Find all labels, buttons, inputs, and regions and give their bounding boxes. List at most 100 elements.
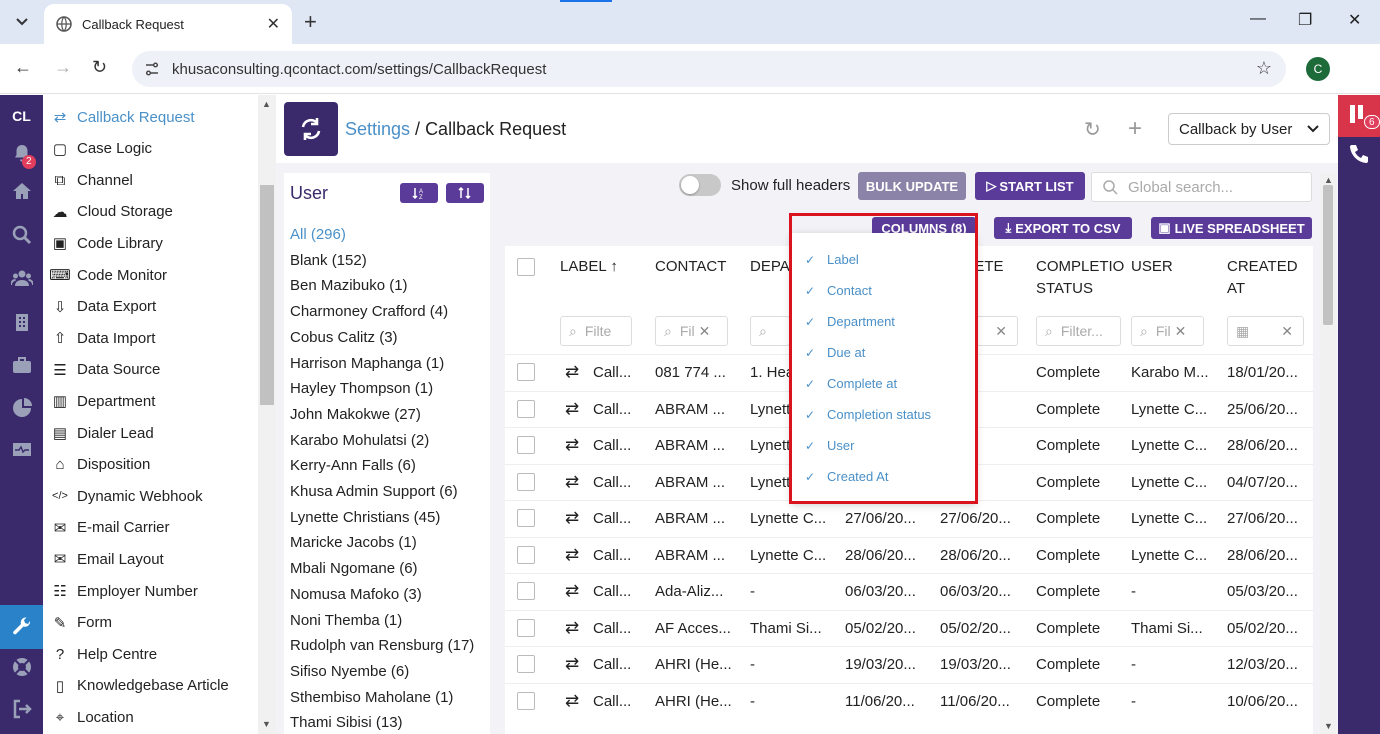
settings-menu-item[interactable]: </> Dynamic Webhook (51, 484, 203, 508)
user-filter-item[interactable]: John Makokwe (27) (290, 406, 421, 423)
pie-chart-icon[interactable] (0, 392, 43, 424)
back-icon[interactable]: ← (14, 57, 32, 78)
row-checkbox[interactable] (517, 436, 535, 454)
user-filter-item[interactable]: Hayley Thompson (1) (290, 380, 433, 397)
view-select[interactable]: Callback by User (1168, 113, 1330, 145)
settings-menu-item[interactable]: ☰ Data Source (51, 358, 160, 382)
profile-avatar[interactable]: C (1306, 57, 1330, 81)
url-field[interactable]: khusaconsulting.qcontact.com/settings/Ca… (132, 51, 1286, 87)
home-icon[interactable] (0, 175, 43, 207)
tab-close-icon[interactable]: ✕ (267, 14, 280, 34)
settings-menu-item[interactable]: ⇩ Data Export (51, 295, 157, 319)
scroll-up-icon[interactable]: ▲ (262, 99, 271, 109)
filter-contact-input[interactable]: ⌕ Fil ✕ (655, 316, 728, 346)
settings-menu-item[interactable]: ? Help Centre (51, 642, 157, 666)
filter-created-at-input[interactable]: ▦ ✕ (1227, 316, 1304, 346)
settings-menu-item[interactable]: ✎ Form (51, 611, 112, 635)
user-filter-item[interactable]: Karabo Mohulatsi (2) (290, 432, 429, 449)
settings-menu-item[interactable]: ▥ Department (51, 389, 155, 413)
user-filter-item[interactable]: Cobus Calitz (3) (290, 329, 398, 346)
settings-menu-item[interactable]: ✉ E-mail Carrier (51, 516, 170, 540)
sort-alpha-button[interactable]: AZ (400, 183, 438, 203)
user-filter-item[interactable]: Lynette Christians (45) (290, 509, 440, 526)
logout-icon[interactable] (0, 693, 43, 725)
user-filter-item[interactable]: Harrison Maphanga (1) (290, 355, 444, 372)
row-checkbox[interactable] (517, 582, 535, 600)
settings-menu-item[interactable]: ⇧ Data Import (51, 326, 156, 350)
row-checkbox[interactable] (517, 363, 535, 381)
row-checkbox[interactable] (517, 472, 535, 491)
table-row[interactable]: ⇄ Call... Ada-Aliz... - 06/03/20... 06/03/20.… (505, 573, 1313, 609)
grid-scrollbar[interactable]: ▲ ▼ (1320, 173, 1336, 734)
row-checkbox[interactable] (517, 399, 535, 418)
user-filter-item[interactable]: Rudolph van Rensburg (17) (290, 637, 474, 654)
user-filter-item[interactable]: Sthembiso Maholane (1) (290, 689, 453, 706)
user-filter-item[interactable]: Khusa Admin Support (6) (290, 483, 458, 500)
user-filter-item[interactable]: Mbali Ngomane (6) (290, 560, 418, 577)
filter-user-input[interactable]: ⌕ Fil ✕ (1131, 316, 1204, 346)
lifebuoy-icon[interactable] (0, 651, 43, 683)
col-header-user[interactable]: USER (1131, 256, 1173, 278)
settings-menu-item[interactable]: ▤ Dialer Lead (51, 421, 154, 445)
table-row[interactable]: ⇄ Call... AHRI (He... - 19/03/20... 19/03/20.… (505, 646, 1313, 682)
table-row[interactable]: ⇄ Call... ABRAM ... Lynette C... 28/06/20...… (505, 536, 1313, 573)
filter-label-input[interactable]: ⌕ Filte (560, 316, 632, 346)
restore-button[interactable]: ❐ (1298, 10, 1312, 30)
col-header-completion-status[interactable]: COMPLETIO STATUS (1036, 256, 1124, 300)
scroll-up-icon[interactable]: ▲ (1324, 175, 1333, 185)
new-tab-button[interactable]: + (304, 9, 317, 35)
settings-menu-scrollbar[interactable]: ▲ ▼ (258, 95, 276, 734)
settings-menu-item[interactable]: ☁ Cloud Storage (51, 200, 173, 224)
monitor-icon[interactable] (0, 435, 43, 467)
breadcrumb-settings-link[interactable]: Settings (345, 119, 410, 139)
user-filter-item[interactable]: All (296) (290, 226, 346, 243)
col-header-created-at[interactable]: CREATED AT (1227, 256, 1298, 300)
row-checkbox[interactable] (517, 545, 535, 564)
scroll-down-icon[interactable]: ▼ (262, 719, 271, 729)
select-all-checkbox[interactable] (517, 258, 535, 276)
settings-menu-item[interactable]: ⌨ Code Monitor (49, 263, 167, 287)
tab-search-button[interactable] (8, 8, 36, 36)
building-icon[interactable] (0, 306, 43, 338)
table-row[interactable]: ⇄ Call... ABRAM ... Lynette C... 27/06/20...… (505, 500, 1313, 536)
user-filter-item[interactable]: Kerry-Ann Falls (6) (290, 457, 416, 474)
bookmark-star-icon[interactable]: ☆ (1256, 58, 1272, 79)
live-spreadsheet-button[interactable]: ▣ LIVE SPREADSHEET (1151, 217, 1312, 239)
table-row[interactable]: ⇄ Call... AHRI (He... -11/06/20... 11/06/20.… (505, 682, 1313, 719)
users-icon[interactable] (0, 262, 43, 294)
reload-icon[interactable]: ↻ (92, 57, 107, 78)
global-search-input[interactable]: Global search... (1091, 172, 1312, 202)
user-filter-item[interactable]: Thami Sibisi (13) (290, 714, 403, 731)
settings-menu-item[interactable]: ⧉ Channel (51, 168, 133, 192)
clear-filter-icon[interactable]: ✕ (1175, 323, 1187, 340)
briefcase-icon[interactable] (0, 349, 43, 381)
settings-menu-item[interactable]: ☷ Employer Number (51, 579, 198, 603)
grid-scrollbar-thumb[interactable] (1323, 185, 1333, 325)
scroll-down-icon[interactable]: ▼ (1324, 721, 1333, 731)
row-checkbox[interactable] (517, 691, 535, 710)
full-headers-toggle[interactable] (679, 174, 721, 196)
col-header-label[interactable]: LABEL ↑ (560, 256, 618, 278)
user-filter-item[interactable]: Sifiso Nyembe (6) (290, 663, 409, 680)
user-filter-item[interactable]: Charmoney Crafford (4) (290, 303, 448, 320)
browser-tab[interactable]: Callback Request ✕ (44, 4, 292, 44)
col-header-department[interactable]: DEPA (750, 256, 790, 278)
clear-filter-icon[interactable]: ✕ (699, 323, 711, 340)
user-filter-item[interactable]: Ben Mazibuko (1) (290, 277, 408, 294)
settings-menu-item[interactable]: ⌖ Location (51, 705, 134, 729)
export-csv-button[interactable]: ⤓ EXPORT TO CSV (994, 217, 1132, 239)
row-checkbox[interactable] (517, 618, 535, 637)
sort-count-button[interactable] (446, 183, 484, 203)
forward-icon[interactable]: → (54, 57, 72, 78)
bulk-update-button[interactable]: BULK UPDATE (858, 172, 966, 200)
settings-menu-item[interactable]: ▢ Case Logic (51, 137, 152, 161)
clear-filter-icon[interactable]: ✕ (995, 323, 1007, 340)
phone-icon[interactable] (1347, 143, 1371, 172)
col-header-contact[interactable]: CONTACT (655, 256, 726, 278)
settings-menu-item[interactable]: ⇄ Callback Request (51, 105, 195, 129)
window-close-button[interactable]: ✕ (1348, 10, 1361, 30)
filter-department-input[interactable]: ⌕ (750, 316, 790, 346)
filter-status-input[interactable]: ⌕ Filter... (1036, 316, 1121, 346)
clear-filter-icon[interactable]: ✕ (1281, 323, 1293, 340)
user-filter-item[interactable]: Blank (152) (290, 252, 367, 269)
